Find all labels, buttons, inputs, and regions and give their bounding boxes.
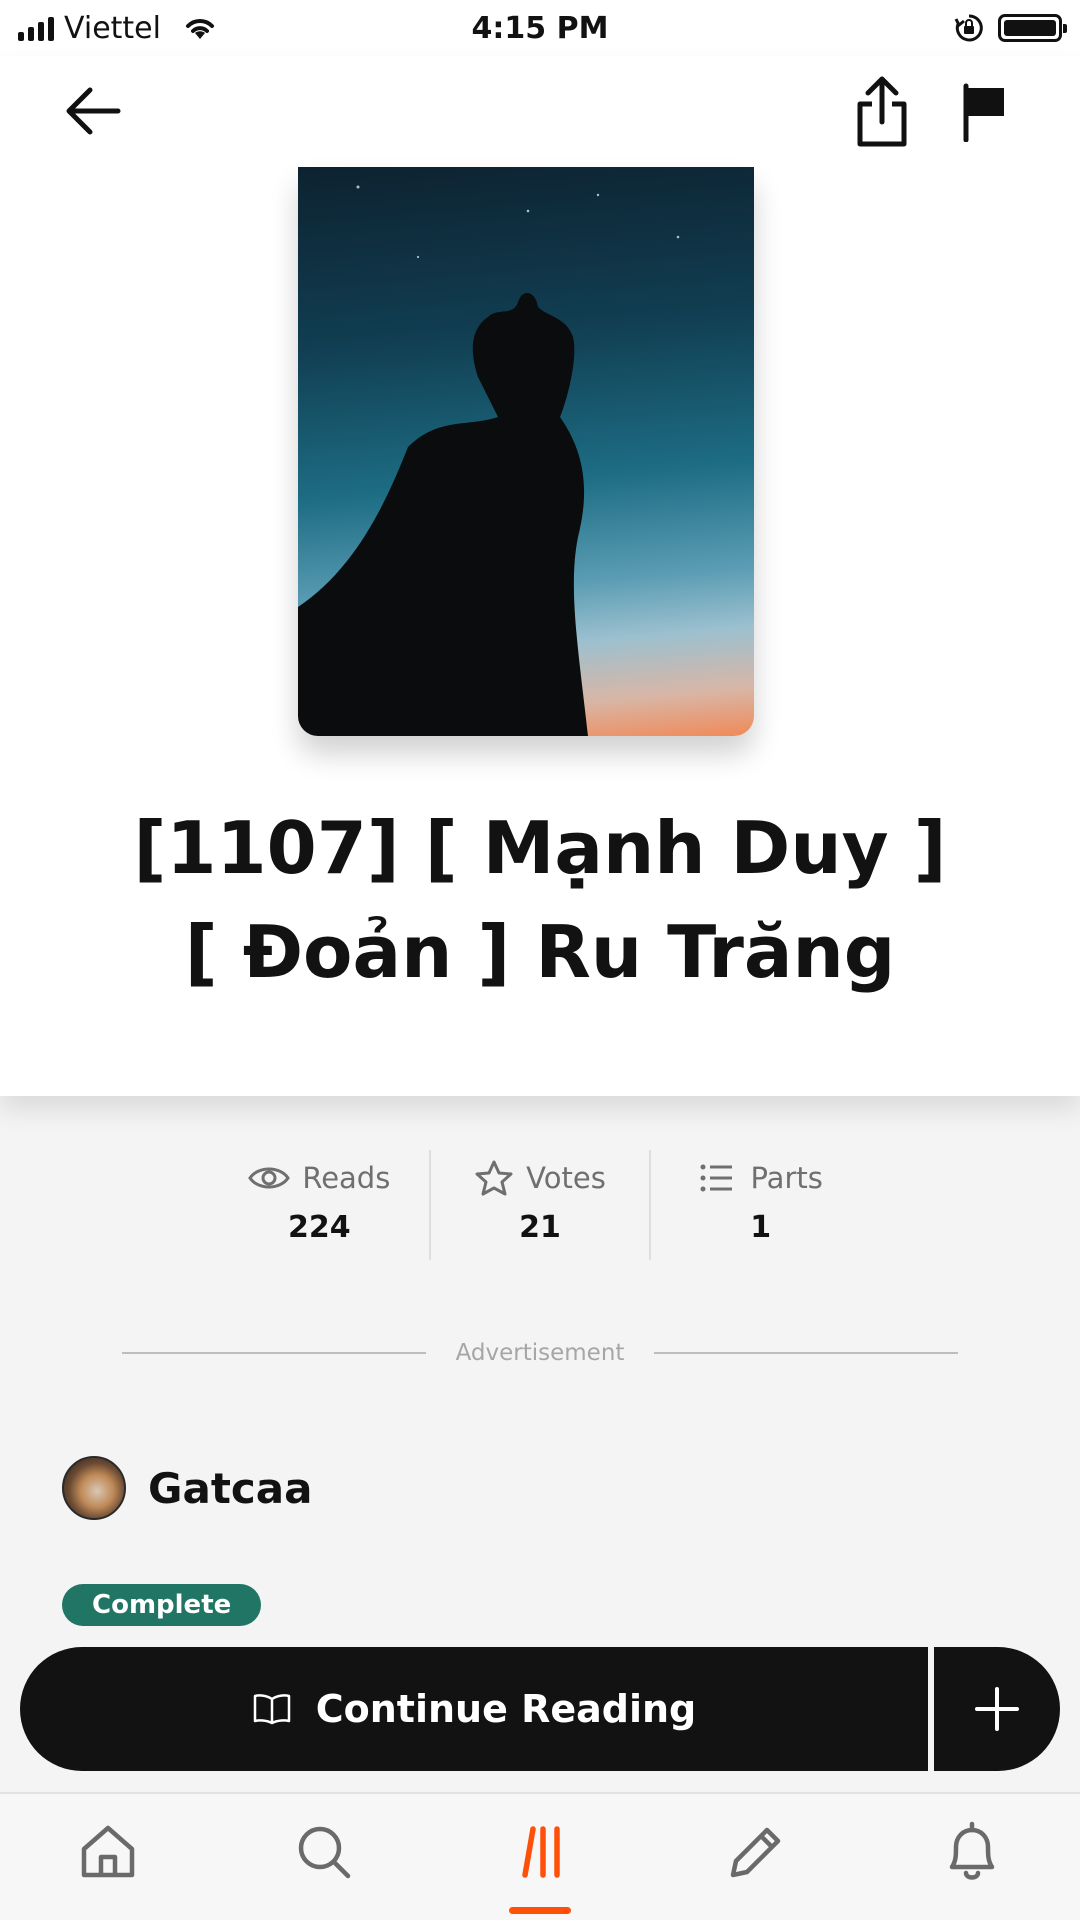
list-icon: [700, 1164, 732, 1192]
stat-votes: Votes 21: [428, 1150, 650, 1260]
home-icon: [81, 1825, 135, 1878]
status-bar: Viettel 4:15 PM: [0, 0, 1080, 56]
library-icon: [522, 1826, 560, 1878]
story-stats: Reads 224 Votes 21 Parts 1: [210, 1150, 870, 1260]
story-header: [1107] [ Mạnh Duy ] [ Đoản ] Ru Trăng: [0, 56, 1080, 1096]
bottom-tab-bar: [0, 1792, 1080, 1920]
book-icon: [253, 1694, 290, 1725]
avatar: [62, 1456, 126, 1520]
report-button[interactable]: [960, 82, 1010, 143]
advertisement-divider: Advertisement: [122, 1340, 958, 1366]
continue-reading-label: Continue Reading: [315, 1687, 697, 1731]
stat-label: Votes: [526, 1161, 606, 1195]
eye-icon: [248, 1167, 291, 1189]
stat-label: Parts: [750, 1161, 823, 1195]
cover-image: [298, 185, 680, 736]
stat-label: Reads: [302, 1161, 391, 1195]
plus-icon: [975, 1687, 1019, 1731]
continue-reading-button[interactable]: Continue Reading: [20, 1647, 928, 1771]
story-title: [1107] [ Mạnh Duy ] [ Đoản ] Ru Trăng: [60, 796, 1020, 1004]
author-name: Gatcaa: [148, 1463, 313, 1513]
story-title-line1: [1107] [ Mạnh Duy ]: [133, 806, 947, 890]
stat-value: 224: [288, 1210, 351, 1245]
flag-icon: [963, 83, 1004, 143]
nav-row: [0, 56, 1080, 166]
battery-icon: [998, 14, 1067, 42]
divider-line: [654, 1352, 958, 1354]
tab-search[interactable]: [216, 1794, 432, 1920]
add-to-library-button[interactable]: [934, 1647, 1060, 1771]
bell-icon: [949, 1821, 995, 1880]
search-icon: [298, 1826, 351, 1879]
story-cover[interactable]: [298, 167, 754, 736]
story-title-line2: [ Đoản ] Ru Trăng: [184, 910, 896, 994]
tab-notifications[interactable]: [864, 1794, 1080, 1920]
share-button[interactable]: [850, 74, 914, 150]
tab-library[interactable]: [432, 1794, 648, 1920]
tab-write[interactable]: [648, 1794, 864, 1920]
back-button[interactable]: [60, 76, 130, 146]
tab-home[interactable]: [0, 1794, 216, 1920]
divider-line: [122, 1352, 426, 1354]
stat-parts: Parts 1: [649, 1150, 870, 1260]
stat-value: 1: [750, 1210, 772, 1245]
clock: 4:15 PM: [471, 10, 609, 46]
star-icon: [475, 1160, 513, 1196]
active-tab-indicator: [509, 1907, 571, 1914]
pencil-icon: [730, 1827, 781, 1878]
back-arrow-icon: [66, 87, 121, 135]
share-icon: [857, 76, 907, 147]
author-link[interactable]: Gatcaa: [62, 1456, 312, 1520]
stat-value: 21: [519, 1210, 561, 1245]
stat-reads: Reads 224: [210, 1150, 429, 1260]
status-badge: Complete: [62, 1584, 262, 1626]
advertisement-label: Advertisement: [455, 1340, 625, 1366]
